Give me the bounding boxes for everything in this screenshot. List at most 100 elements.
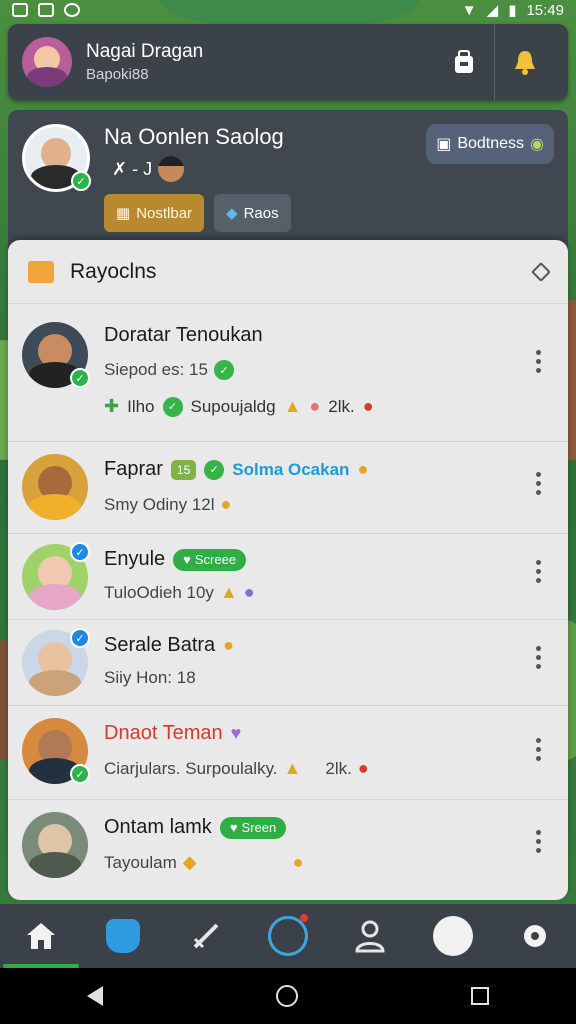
trophy-icon: ▲ (283, 396, 302, 416)
leaf-icon: ✓ (204, 459, 225, 480)
friend-status-text: Ciarjulars. Surpoulalky. (104, 758, 278, 778)
sword-icon[interactable] (178, 908, 234, 964)
backpack-icon[interactable] (434, 24, 494, 100)
emoji-icon: ● (292, 852, 304, 872)
emoji-icon: ● (309, 396, 321, 416)
friend-status: Ciarjulars. Surpoulalky. ▲ 2lk. ● (104, 758, 369, 779)
friend-status-text: Siiy Hon: 18 (104, 668, 196, 687)
avatar[interactable]: ✓ (22, 628, 90, 696)
friend-status-text: Tayoulam (104, 852, 177, 872)
more-menu-icon[interactable] (536, 646, 542, 669)
friend-name: Dnaot Teman ♥ (104, 722, 241, 745)
avatar[interactable]: ✓ (22, 718, 90, 784)
friend-status: Siepod es: 15 ✓ (104, 360, 234, 380)
battery-icon: ▮ (508, 2, 517, 19)
emoji-icon: ● (362, 396, 374, 416)
emoji-icon: ● (357, 758, 369, 778)
badge-icon[interactable] (425, 908, 481, 964)
verified-icon: ✓ (70, 542, 90, 562)
friend-status-text: TuloOdieh 10y (104, 582, 214, 602)
tag-label: Nostlbar (136, 204, 193, 222)
recent-apps-icon[interactable] (471, 987, 490, 1005)
profile-info-text: ✗ - J (112, 158, 153, 179)
shield-icon[interactable] (95, 908, 151, 964)
bell-icon[interactable] (494, 24, 554, 100)
friend-name-text: Dnaot Teman (104, 722, 223, 744)
home-icon[interactable] (3, 908, 80, 968)
friend-name: Faprar 15 ✓ Solma Ocakan ● (104, 458, 368, 481)
friend-name-text: Doratar Tenoukan (104, 324, 263, 346)
compass-icon[interactable] (260, 908, 316, 964)
diamond-icon[interactable] (531, 261, 551, 282)
emoji-icon: ● (357, 459, 369, 479)
stat-text: Ilho (127, 396, 155, 416)
heart-icon: ♥ (183, 552, 191, 567)
map-icon: ▦ (116, 205, 131, 222)
settings-icon[interactable] (507, 908, 563, 964)
more-menu-icon[interactable] (536, 350, 542, 373)
signal-icon: ◢ (486, 2, 499, 19)
list-item[interactable]: ✓ Enyule ♥ Screee TuloOdieh 10y ▲ ● (8, 534, 568, 620)
home-button-icon[interactable] (275, 985, 298, 1007)
friend-highlight-link[interactable]: Solma Ocakan (232, 460, 349, 480)
profile-info: ✗ - J (112, 156, 185, 182)
more-menu-icon[interactable] (536, 472, 542, 495)
leaf-icon: ◆ (182, 852, 197, 872)
app-icon (64, 3, 80, 17)
level-badge: 15 (170, 459, 197, 480)
header-subtitle: Bapoki88 (86, 66, 149, 83)
profile-avatar[interactable]: ✓ (22, 124, 91, 192)
friend-name-text: Faprar (104, 458, 163, 480)
list-item[interactable]: Faprar 15 ✓ Solma Ocakan ● Smy Odiny 12l… (8, 442, 568, 534)
more-menu-icon[interactable] (536, 560, 542, 583)
avatar[interactable] (22, 37, 72, 87)
list-item[interactable]: ✓ Serale Batra ● Siiy Hon: 18 (8, 620, 568, 706)
friend-status-text: Smy Odiny 12l (104, 494, 215, 514)
friend-name: Ontam lamk ♥ Sreen (104, 816, 287, 839)
friend-stats: ✚ Ilho ✓ Supoujaldg ▲ ● 2lk. ● (104, 396, 374, 417)
badge-label: Bodtness (457, 135, 525, 152)
more-menu-icon[interactable] (536, 738, 542, 761)
verified-icon: ✓ (70, 628, 90, 648)
back-icon[interactable] (86, 986, 103, 1006)
list-item[interactable]: ✓ Dnaot Teman ♥ Ciarjulars. Surpoulalky.… (8, 706, 568, 800)
friend-avatar[interactable] (158, 156, 185, 182)
trophy-icon: ▲ (283, 758, 302, 778)
friend-status: TuloOdieh 10y ▲ ● (104, 582, 255, 603)
header-name: Nagai Dragan (86, 41, 204, 62)
avatar[interactable] (22, 454, 88, 520)
more-menu-icon[interactable] (536, 830, 542, 853)
list-item[interactable]: ✓ Doratar Tenoukan Siepod es: 15 ✓ ✚ Ilh… (8, 304, 568, 442)
heart-icon: ♥ (230, 723, 242, 743)
medal-icon: ◉ (530, 136, 544, 153)
list-item[interactable]: Ontam lamk ♥ Sreen Tayoulam ◆ ● (8, 800, 568, 892)
avatar[interactable]: ✓ (22, 322, 90, 388)
shield-icon: ✚ (104, 396, 120, 416)
online-status-icon: ✓ (70, 368, 90, 388)
status-badge-label: Screee (194, 552, 237, 567)
tag-button-map[interactable]: ▦ Nostlbar (104, 194, 205, 232)
emoji-icon: ● (223, 635, 235, 655)
friend-name: Doratar Tenoukan (104, 324, 263, 347)
card-icon: ▣ (436, 136, 452, 153)
friend-status: Tayoulam ◆ ● (104, 852, 303, 873)
notification-dot (299, 914, 308, 922)
stat-text: 2lk. (328, 396, 355, 416)
friend-status: Siiy Hon: 18 (104, 668, 196, 688)
leaf-icon: ✓ (213, 360, 234, 380)
stat-text: 2lk. (325, 758, 352, 778)
status-badge-label: Sreen (241, 820, 277, 835)
folder-icon (28, 260, 54, 283)
friends-list-panel: Rayoclns ✓ Doratar Tenoukan Siepod es: 1… (8, 240, 568, 900)
tag-button-crystal[interactable]: ◆ Raos (214, 194, 291, 232)
bottom-navigation (0, 904, 576, 968)
badge-button[interactable]: ▣ Bodtness ◉ (426, 124, 554, 164)
profile-name: Na Oonlen Saolog (104, 124, 284, 149)
avatar[interactable]: ✓ (22, 542, 90, 610)
profile-icon[interactable] (342, 908, 398, 964)
avatar[interactable] (22, 812, 88, 878)
friend-name: Enyule ♥ Screee (104, 548, 247, 571)
list-header: Rayoclns (8, 240, 568, 304)
leaf-icon: ✓ (162, 396, 183, 417)
online-status-icon: ✓ (71, 171, 91, 191)
